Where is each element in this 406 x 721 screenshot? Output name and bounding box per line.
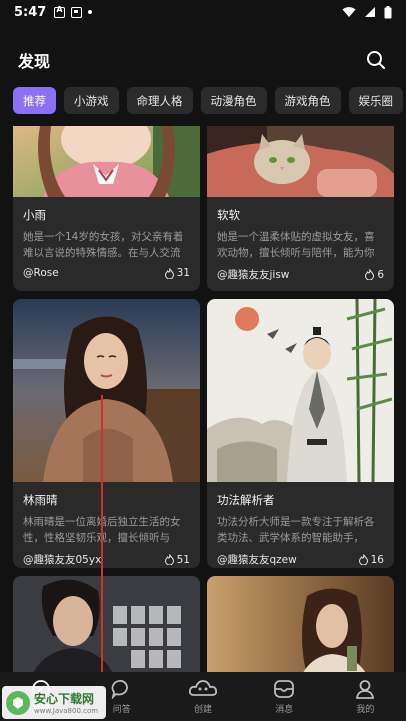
search-button[interactable] [364,48,388,72]
like-count: 6 [365,269,384,281]
character-image [13,576,200,672]
nav-profile[interactable]: 我的 [325,672,406,721]
like-number: 16 [370,553,384,566]
tab-entertainment[interactable]: 娱乐圈 [348,87,403,114]
tab-fortune-personality[interactable]: 命理人格 [126,87,193,114]
nav-create[interactable]: 创建 [162,672,243,721]
character-feed: 小雨 她是一个14岁的女孩，对父亲有着难以言说的特殊情感。在与人交流时 @Ros… [0,126,406,672]
page-title: 发现 [18,52,51,71]
character-card[interactable]: 软软 她是一个温柔体贴的虚拟女友，喜欢动物，擅长倾听与陪伴，能为你 @趣猿友友j… [207,126,394,291]
like-number: 6 [377,268,384,281]
battery-icon [384,5,392,18]
character-image [207,126,394,197]
chat-bubble-icon [111,679,128,699]
character-name: 林雨晴 [23,493,58,507]
watermark: 安心下载网 www.Java800.com [2,686,106,719]
author-name: @趣猿友友jisw [217,269,290,281]
author-name: @Rose [23,267,59,279]
like-count: 31 [164,267,190,279]
character-image [13,299,200,482]
character-description: 她是一个14岁的女孩，对父亲有着难以言说的特殊情感。在与人交流时 [23,231,184,259]
character-image [207,576,394,672]
character-image [207,299,394,482]
nav-label: 我的 [356,704,375,715]
tab-game-characters[interactable]: 游戏角色 [274,87,341,114]
author-name: @趣猿友友05yx [23,554,102,566]
like-count: 51 [164,553,190,566]
nav-messages[interactable]: 消息 [244,672,325,721]
flame-icon [164,267,174,279]
search-icon [367,51,385,69]
character-card[interactable] [207,576,394,672]
character-image [13,126,200,197]
author-name: @趣猿友友qzew [217,554,297,566]
status-bar: 5:47 [0,0,406,24]
notification-icon [71,6,83,18]
overlay-line [101,395,103,685]
nav-label: 消息 [275,704,294,715]
flame-icon [164,554,174,565]
character-card[interactable] [13,576,200,672]
like-count: 16 [358,553,384,566]
flame-icon [365,269,375,280]
tab-anime-characters[interactable]: 动漫角色 [200,87,267,114]
create-icon [188,679,218,696]
character-name: 软软 [217,208,240,222]
watermark-url: www.Java800.com [34,707,99,715]
character-name: 功法解析者 [217,493,275,507]
character-description: 林雨晴是一位离婚后独立生活的女性，性格坚韧乐观，擅长倾听与 [23,516,181,544]
character-card[interactable]: 小雨 她是一个14岁的女孩，对父亲有着难以言说的特殊情感。在与人交流时 @Ros… [13,126,200,291]
character-card[interactable]: 林雨晴 林雨晴是一位离婚后独立生活的女性，性格坚韧乐观，擅长倾听与 @趣猿友友0… [13,299,200,568]
watermark-title: 安心下载网 [34,692,95,706]
like-number: 31 [176,267,190,279]
character-name: 小雨 [23,208,46,222]
user-icon [356,679,375,699]
more-notifications-icon [88,10,93,14]
wifi-icon [342,7,356,17]
tab-recommended[interactable]: 推荐 [13,87,56,114]
nav-label: 问答 [112,704,131,715]
category-tabs: 推荐 小游戏 命理人格 动漫角色 游戏角色 娱乐圈 [13,87,406,114]
status-time: 5:47 [14,4,47,20]
notification-icon [54,5,66,18]
like-number: 51 [176,553,190,566]
flame-icon [358,554,368,565]
tab-mini-games[interactable]: 小游戏 [64,87,119,114]
signal-icon [365,7,375,17]
message-icon [274,679,295,698]
character-card[interactable]: 功法解析者 功法分析大师是一款专注于解析各类功法、武学体系的智能助手， @趣猿友… [207,299,394,568]
character-description: 她是一个温柔体贴的虚拟女友，喜欢动物，擅长倾听与陪伴，能为你 [217,231,375,259]
watermark-logo [6,690,30,715]
character-description: 功法分析大师是一款专注于解析各类功法、武学体系的智能助手， [217,516,375,544]
nav-label: 创建 [194,704,213,715]
header: 发现 [0,44,406,76]
